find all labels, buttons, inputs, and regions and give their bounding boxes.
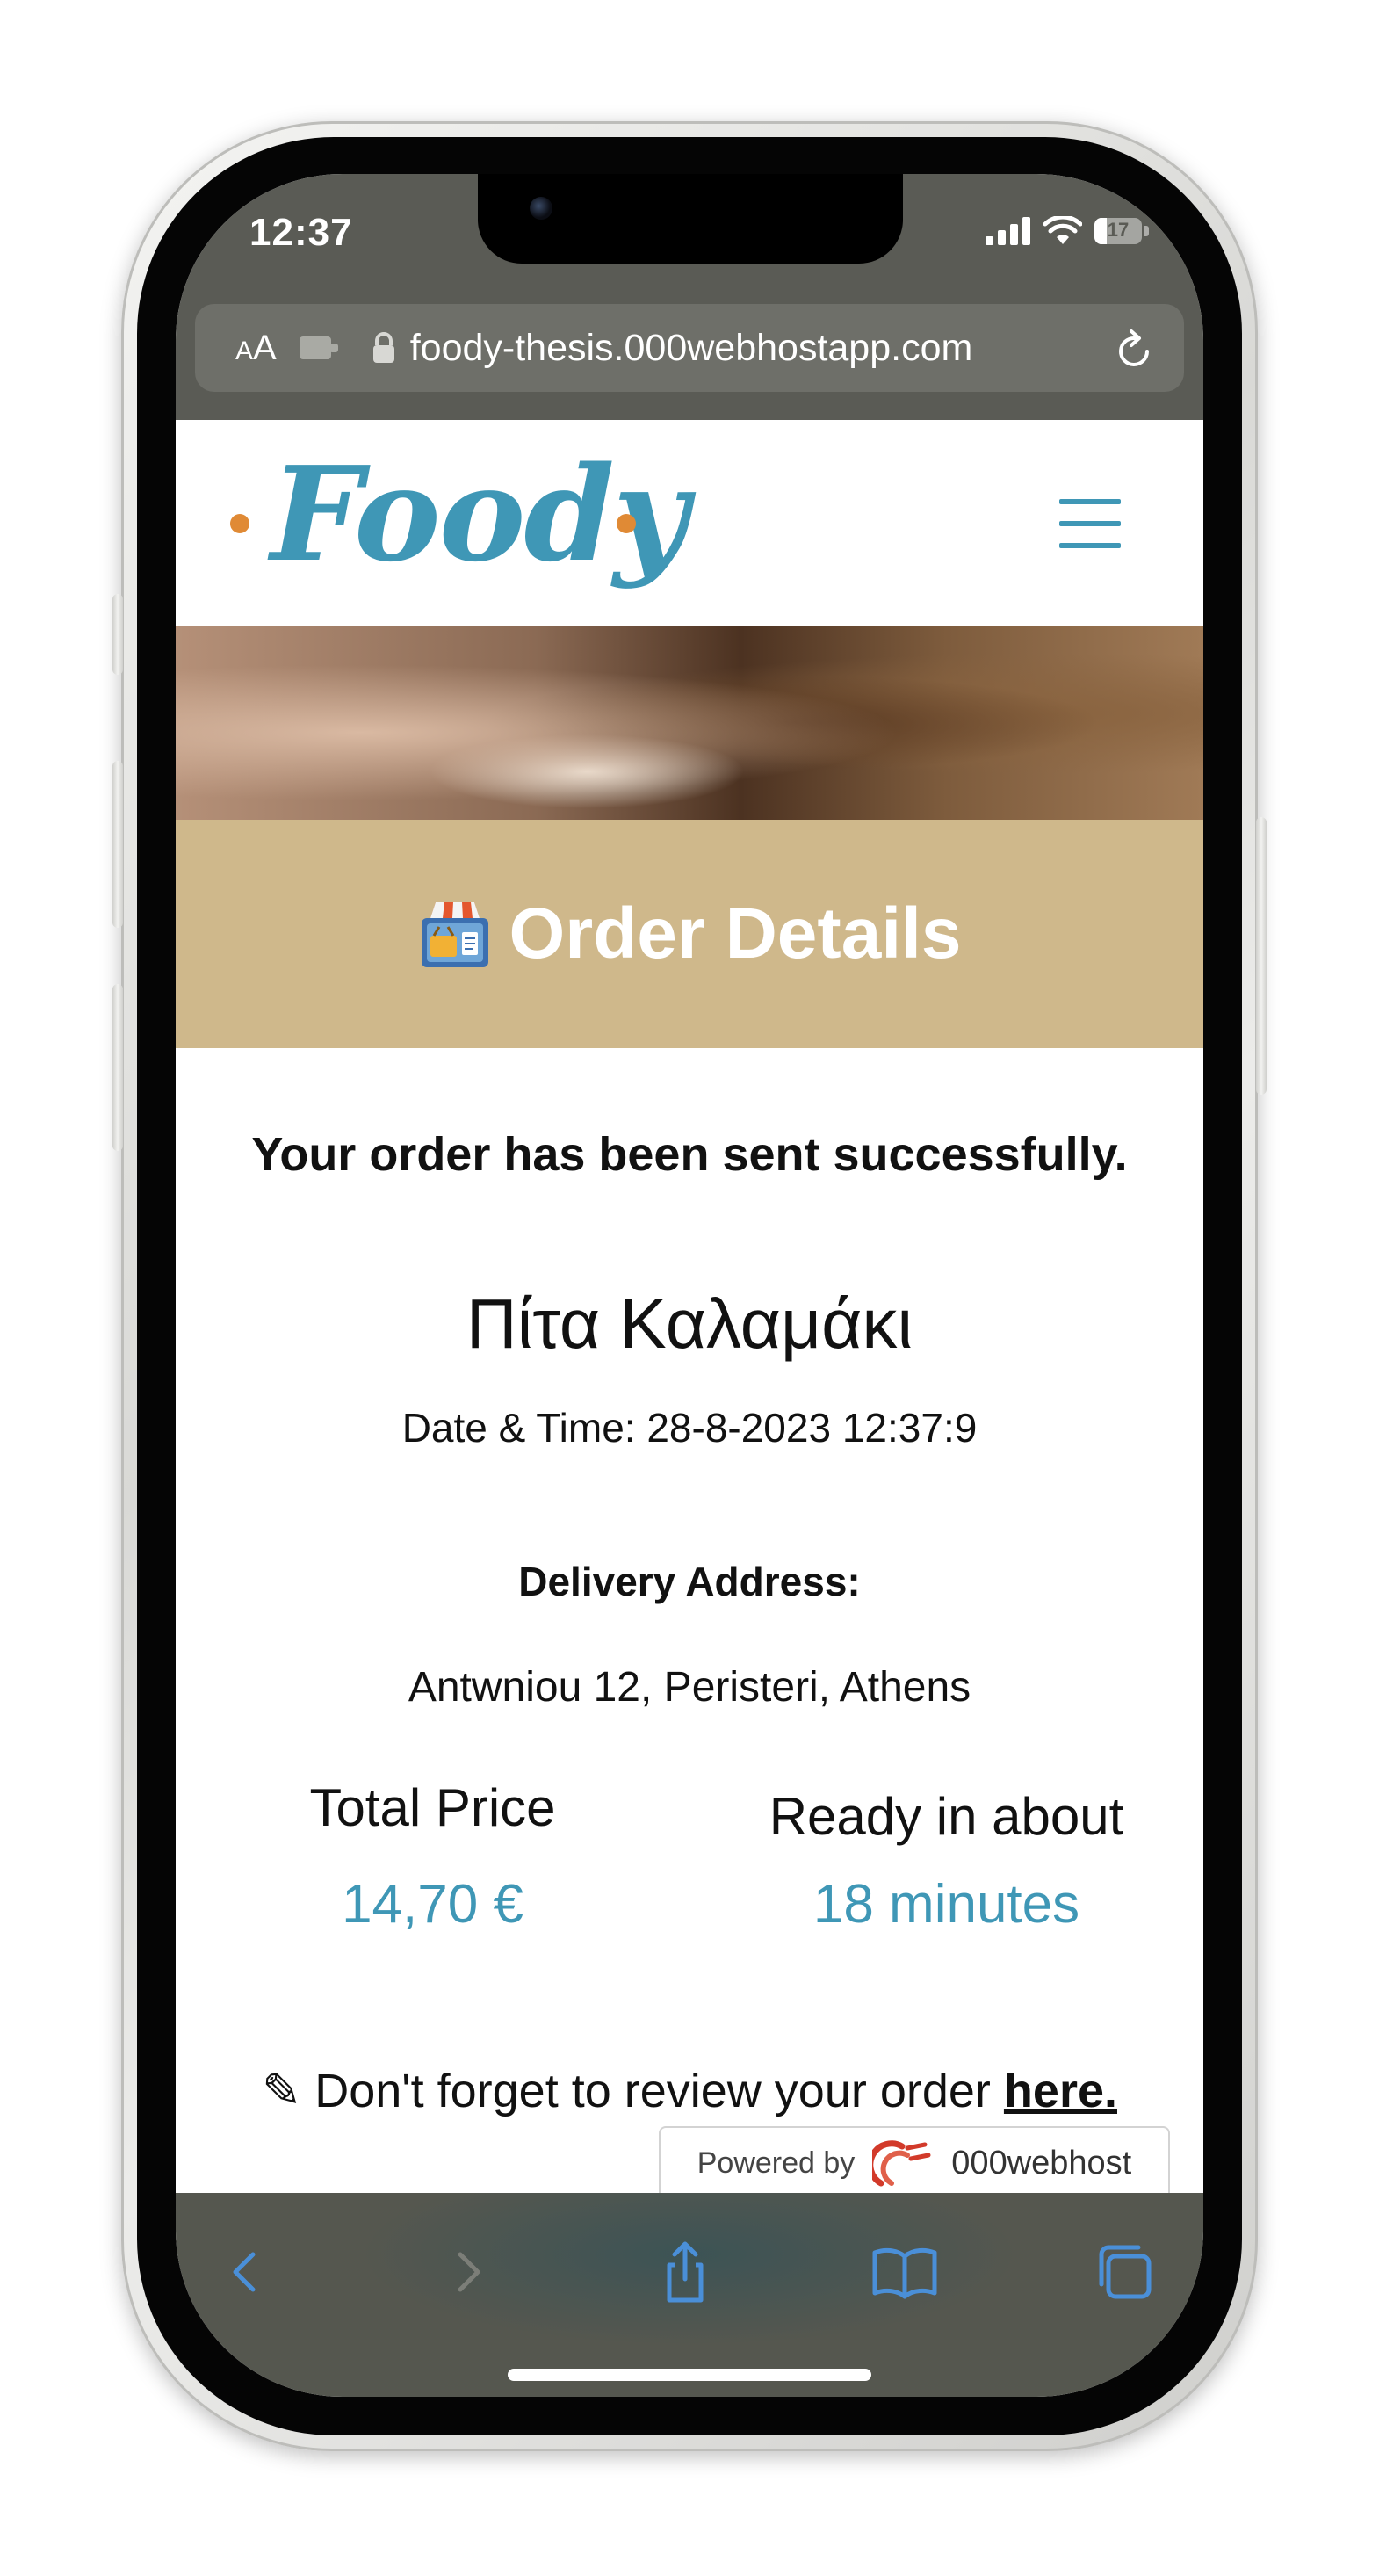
reload-icon[interactable] [1115,327,1154,369]
order-datetime: Date & Time: 28-8-2023 12:37:9 [401,1405,978,1451]
powered-by-text: Powered by [697,2145,856,2180]
browser-bottom-toolbar [176,2193,1203,2397]
browser-top-chrome: 12:37 17 AA foody-thesis.000webhostapp.c… [176,174,1203,420]
back-chevron-icon[interactable] [211,2237,281,2307]
front-camera [530,197,552,220]
phone-screen: 12:37 17 AA foody-thesis.000webhostapp.c… [176,174,1203,2397]
logo-right-dot [617,514,636,533]
bookmarks-book-icon[interactable] [870,2237,940,2307]
hamburger-menu-icon[interactable] [1059,499,1121,565]
share-icon[interactable] [650,2237,720,2307]
ready-time-label: Ready in about [769,1787,1124,1846]
total-price-label: Total Price [309,1778,556,1837]
mute-switch [112,594,123,675]
lock-icon [372,332,394,363]
volume-down-button [112,984,123,1151]
extension-puzzle-icon[interactable] [299,333,340,363]
battery-level: 17 [1107,219,1130,241]
total-price-value: 14,70 € [342,1874,523,1935]
wifi-icon [1043,216,1082,244]
review-link[interactable]: here. [1004,2065,1117,2117]
ready-time-block: Ready in about 18 minutes [690,1786,1203,1936]
delivery-address: Antwniou 12, Peristeri, Athens [408,1664,971,1711]
home-indicator[interactable] [508,2369,871,2381]
power-button [1256,817,1267,1095]
tabs-icon[interactable] [1089,2237,1159,2307]
powered-by-badge[interactable]: Powered by 000webhost [659,2126,1170,2200]
delivery-address-label: Delivery Address: [518,1559,861,1604]
review-prompt: ✎ Don't forget to review your order here… [176,2063,1203,2118]
hero-food-image [176,626,1203,820]
ready-time-value: 18 minutes [812,1874,1080,1935]
url-text: foody-thesis.000webhostapp.com [409,326,973,369]
site-header: Foody [176,420,1203,626]
battery-icon: 17 [1094,218,1149,244]
webhost-logo-icon [872,2140,931,2187]
shop-basket-icon [421,902,488,967]
order-details-title: Order Details [509,894,962,973]
order-content: Your order has been sent successfully. Π… [176,1048,1203,2190]
dish-name: Πίτα Καλαμάκι [466,1284,913,1363]
status-time: 12:37 [249,211,353,254]
status-icons: 17 [986,216,1149,246]
order-details-banner: Order Details [176,820,1203,1048]
cellular-signal-icon [986,217,1030,245]
text-size-button[interactable]: AA [235,329,277,368]
success-message: Your order has been sent successfully. [251,1128,1128,1181]
total-price-block: Total Price 14,70 € [176,1777,690,1936]
logo-left-dot [230,514,249,533]
review-prompt-text: ✎ Don't forget to review your order [262,2065,1004,2117]
volume-up-button [112,761,123,928]
forward-chevron-icon[interactable] [432,2237,502,2307]
host-brand-name: 000webhost [951,2144,1132,2182]
address-bar[interactable]: AA foody-thesis.000webhostapp.com [195,304,1184,392]
